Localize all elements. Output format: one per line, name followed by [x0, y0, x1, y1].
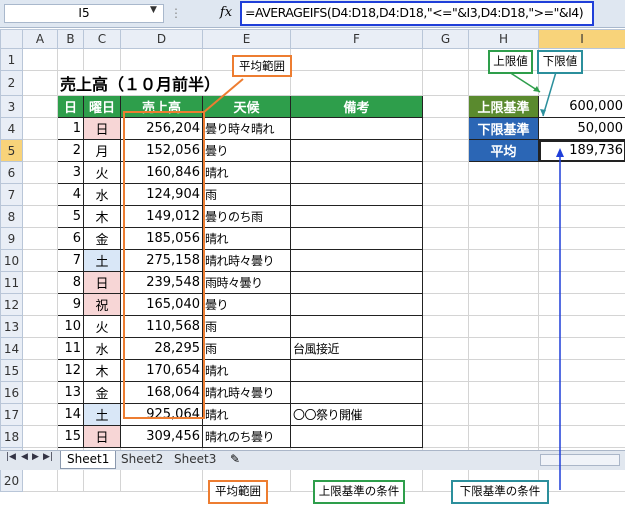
- average-range-highlight: [123, 111, 205, 419]
- average-range-callout: 平均範囲: [232, 55, 292, 77]
- lower-condition-legend: 下限基準の条件: [451, 480, 549, 504]
- lower-arrowhead: [540, 109, 546, 116]
- upper-condition-legend: 上限基準の条件: [313, 480, 405, 504]
- annotation-overlay: [123, 71, 564, 490]
- average-range-legend: 平均範囲: [208, 480, 268, 504]
- lower-value-callout: 下限値: [537, 50, 583, 74]
- average-range-pointer: [203, 78, 244, 113]
- lower-value-pointer: [542, 71, 557, 117]
- average-arrowhead: [556, 148, 564, 157]
- upper-value-callout: 上限値: [488, 50, 533, 74]
